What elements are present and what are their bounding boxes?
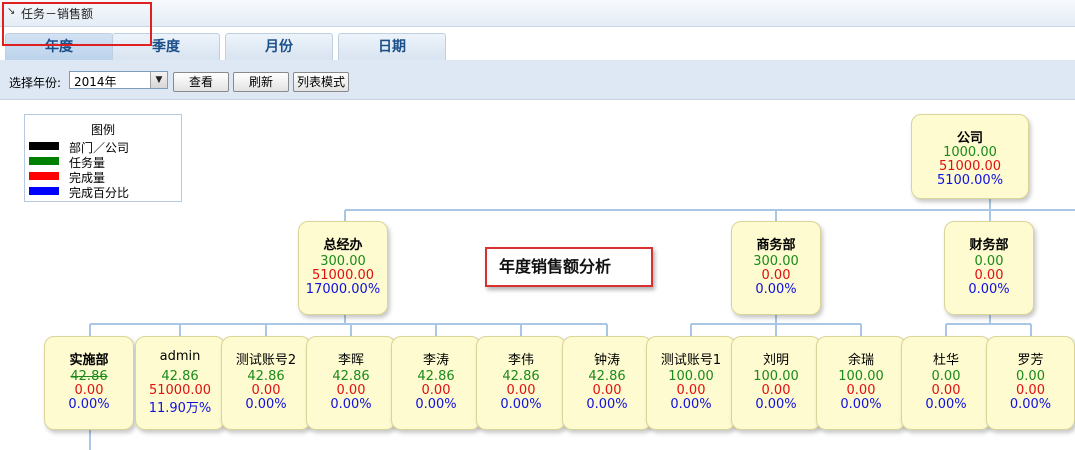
node-done: 0.00: [74, 383, 104, 398]
node-task: 42.86: [247, 369, 285, 384]
node-done: 0.00: [676, 383, 706, 398]
org-node-member[interactable]: 李涛 42.86 0.00 0.00%: [391, 336, 481, 430]
node-percent: 0.00%: [840, 397, 882, 412]
node-name: 李晖: [337, 353, 364, 368]
node-done: 0.00: [761, 268, 791, 283]
node-task: 42.86: [588, 369, 626, 384]
node-task: 42.86: [332, 369, 370, 384]
node-name: 李涛: [422, 353, 449, 368]
org-node-member[interactable]: 刘明 100.00 0.00 0.00%: [731, 336, 821, 430]
org-node-member[interactable]: admin 42.86 51000.00 11.90万%: [135, 336, 225, 430]
node-name: 杜华: [932, 353, 959, 368]
org-node-department[interactable]: 商务部 300.00 0.00 0.00%: [731, 221, 821, 315]
org-node-member[interactable]: 罗芳 0.00 0.00 0.00%: [986, 336, 1075, 430]
node-task: 100.00: [838, 369, 884, 384]
node-task: 42.86: [70, 369, 108, 384]
org-node-member[interactable]: 测试账号1 100.00 0.00 0.00%: [646, 336, 736, 430]
node-percent: 0.00%: [586, 397, 628, 412]
node-done: 0.00: [974, 268, 1004, 283]
node-done: 0.00: [592, 383, 622, 398]
node-name: 罗芳: [1017, 353, 1044, 368]
node-done: 51000.00: [148, 383, 212, 398]
node-percent: 17000.00%: [305, 282, 381, 297]
node-name: 实施部: [69, 353, 109, 368]
org-node-member[interactable]: 余瑞 100.00 0.00 0.00%: [816, 336, 906, 430]
node-task: 42.86: [417, 369, 455, 384]
node-name: 公司: [956, 131, 983, 146]
node-percent: 0.00%: [1009, 397, 1052, 412]
org-node-member[interactable]: 实施部 42.86 0.00 0.00%: [44, 336, 134, 430]
node-percent: 0.00%: [330, 397, 372, 412]
node-task: 1000.00: [943, 145, 997, 160]
node-done: 51000.00: [311, 268, 375, 283]
node-task: 42.86: [502, 369, 540, 384]
node-percent: 0.00%: [415, 397, 457, 412]
org-node-member[interactable]: 李伟 42.86 0.00 0.00%: [476, 336, 566, 430]
node-task: 0.00: [1016, 369, 1045, 384]
node-percent: 5100.00%: [936, 173, 1004, 188]
node-name: 财务部: [969, 238, 1009, 253]
node-name: 测试账号2: [235, 353, 297, 368]
node-name: admin: [159, 349, 201, 364]
org-node-department[interactable]: 总经办 300.00 51000.00 17000.00%: [298, 221, 388, 315]
node-name: 余瑞: [847, 353, 874, 368]
node-percent: 0.00%: [68, 397, 110, 412]
node-name: 商务部: [756, 238, 796, 253]
node-done: 51000.00: [938, 159, 1002, 174]
org-node-member[interactable]: 杜华 0.00 0.00 0.00%: [901, 336, 991, 430]
org-node-company[interactable]: 公司 1000.00 51000.00 5100.00%: [911, 114, 1029, 199]
node-percent: 0.00%: [925, 397, 967, 412]
node-done: 0.00: [1016, 383, 1045, 398]
org-node-department[interactable]: 财务部 0.00 0.00 0.00%: [944, 221, 1034, 315]
node-task: 42.86: [161, 369, 199, 384]
node-task: 300.00: [753, 254, 799, 269]
node-task: 100.00: [753, 369, 799, 384]
node-name: 测试账号1: [660, 353, 722, 368]
org-node-member[interactable]: 测试账号2 42.86 0.00 0.00%: [221, 336, 311, 430]
node-percent: 0.00%: [755, 397, 797, 412]
node-task: 300.00: [320, 254, 366, 269]
node-done: 0.00: [846, 383, 876, 398]
node-name: 刘明: [762, 353, 789, 368]
annotation-highlight-box: [2, 2, 152, 46]
node-percent: 0.00%: [670, 397, 712, 412]
node-done: 0.00: [506, 383, 536, 398]
node-percent: 0.00%: [245, 397, 287, 412]
node-done: 0.00: [251, 383, 281, 398]
node-done: 0.00: [336, 383, 366, 398]
org-node-member[interactable]: 李晖 42.86 0.00 0.00%: [306, 336, 396, 430]
node-name: 钟涛: [593, 353, 620, 368]
node-percent: 0.00%: [500, 397, 542, 412]
node-done: 0.00: [931, 383, 961, 398]
node-name: 总经办: [323, 238, 363, 253]
analysis-title: 年度销售额分析: [485, 247, 653, 287]
node-done: 0.00: [421, 383, 451, 398]
node-percent: 0.00%: [755, 282, 797, 297]
node-percent: 0.00%: [968, 282, 1010, 297]
node-task: 0.00: [974, 254, 1004, 269]
node-done: 0.00: [761, 383, 791, 398]
node-percent: 11.90万%: [148, 401, 212, 416]
node-task: 100.00: [668, 369, 714, 384]
node-task: 0.00: [931, 369, 961, 384]
node-name: 李伟: [507, 353, 534, 368]
org-node-member[interactable]: 钟涛 42.86 0.00 0.00%: [562, 336, 652, 430]
